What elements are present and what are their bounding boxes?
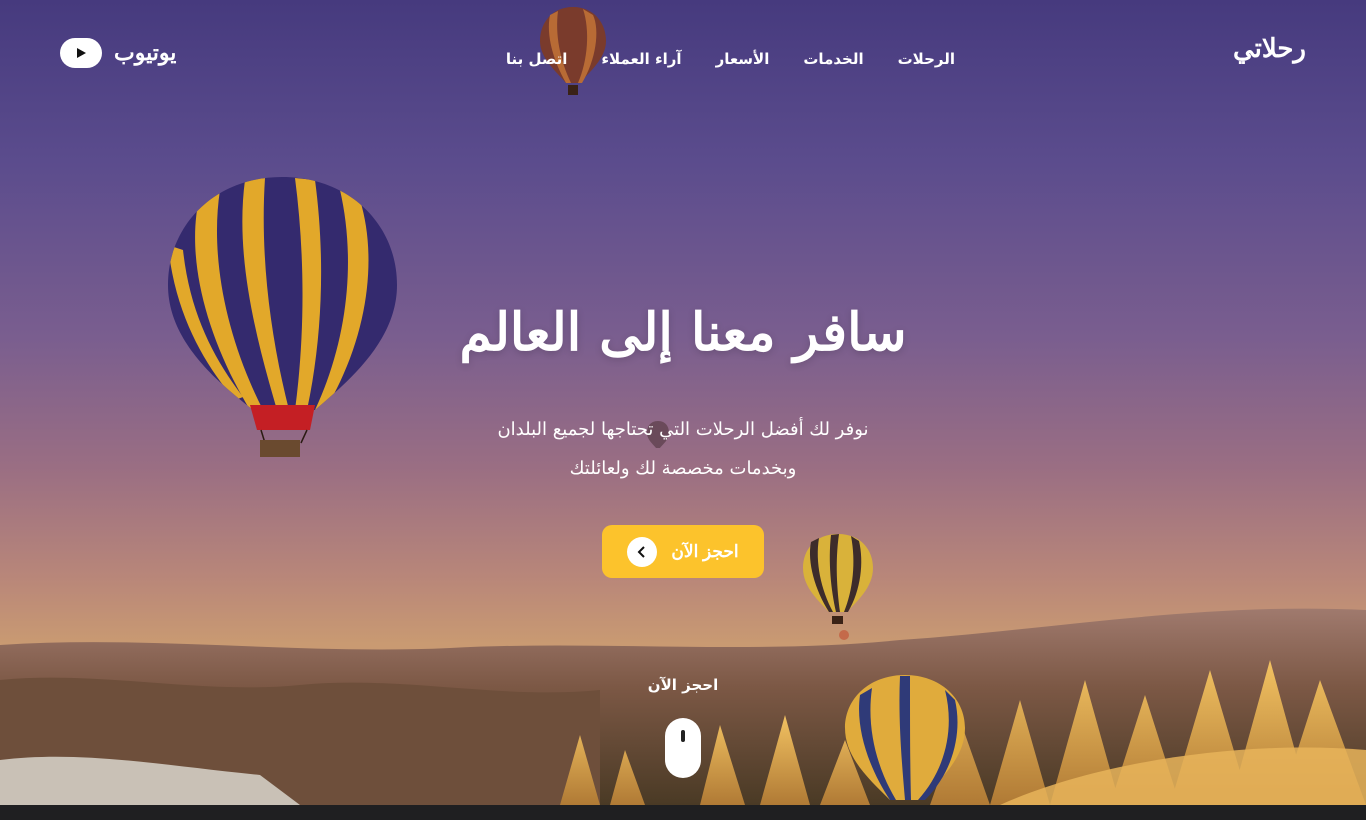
hero-subtitle: نوفر لك أفضل الرحلات التي تحتاجها لجميع …	[483, 410, 883, 488]
hero-section: رحلاتي الرحلات الخدمات الأسعار آراء العم…	[0, 0, 1366, 805]
hero-title: سافر معنا إلى العالم	[459, 302, 907, 363]
nav-item-prices[interactable]: الأسعار	[716, 50, 770, 68]
youtube-play-icon	[60, 38, 102, 68]
nav-item-services[interactable]: الخدمات	[803, 50, 863, 68]
main-nav: الرحلات الخدمات الأسعار آراء العملاء اتص…	[505, 50, 955, 68]
youtube-label: يوتيوب	[114, 40, 177, 66]
youtube-link[interactable]: يوتيوب	[60, 38, 176, 68]
nav-item-trips[interactable]: الرحلات	[898, 50, 955, 68]
nav-item-contact[interactable]: اتصل بنا	[506, 50, 568, 68]
brand-logo[interactable]: رحلاتي	[1233, 34, 1306, 64]
hero-subtitle-line-1: نوفر لك أفضل الرحلات التي تحتاجها لجميع …	[497, 419, 869, 440]
nav-item-testimonials[interactable]: آراء العملاء	[601, 50, 681, 68]
footer-strip	[0, 805, 1366, 820]
scroll-book-label[interactable]: احجز الآن	[0, 676, 1366, 694]
mouse-wheel	[681, 730, 685, 742]
book-now-label: احجز الآن	[671, 541, 739, 561]
mouse-scroll-icon[interactable]	[665, 718, 701, 778]
hero-subtitle-line-2: وبخدمات مخصصة لك ولعائلتك	[569, 458, 797, 479]
book-now-button[interactable]: احجز الآن	[602, 525, 764, 578]
chevron-left-icon	[627, 536, 658, 567]
